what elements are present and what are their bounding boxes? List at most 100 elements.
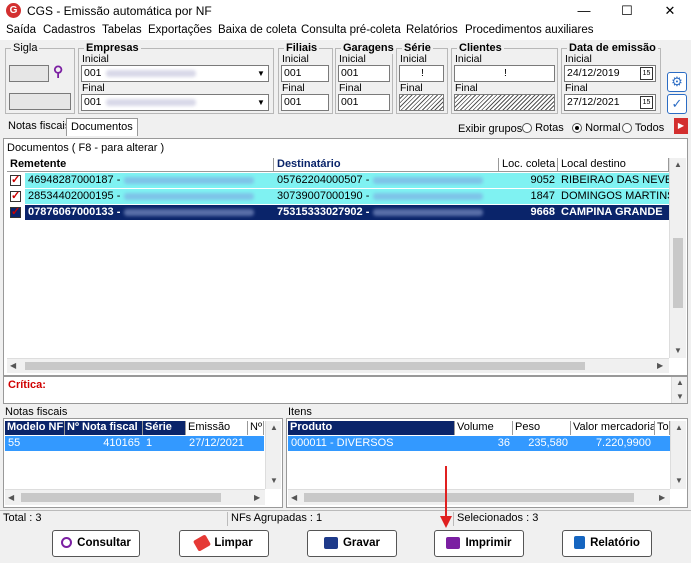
menu-procedimentos[interactable]: Procedimentos auxiliares	[465, 24, 593, 36]
col-numero-nf[interactable]: Nº Nota fiscal	[65, 421, 143, 435]
scroll-thumb[interactable]	[673, 238, 683, 308]
scroll-tab-right-icon[interactable]: ▶	[674, 118, 688, 134]
col-remetente[interactable]: Remetente	[7, 158, 274, 172]
clientes-final-input[interactable]	[454, 94, 555, 111]
confirm-check-icon[interactable]: ✓	[667, 94, 687, 114]
filiais-inicial-label: Inicial	[282, 53, 309, 65]
scroll-down-icon[interactable]: ▼	[675, 476, 683, 485]
critica-scrollbar[interactable]: ▲ ▼	[671, 377, 687, 403]
scroll-right-icon[interactable]: ▶	[254, 493, 260, 502]
scroll-down-icon[interactable]: ▼	[676, 392, 684, 401]
limpar-button[interactable]: Limpar	[179, 530, 269, 557]
status-total: Total : 3	[0, 512, 228, 526]
garagens-final-input[interactable]: 001	[338, 94, 390, 111]
notas-vscrollbar[interactable]: ▲ ▼	[265, 421, 281, 489]
col-loc-coleta[interactable]: Loc. coleta	[499, 158, 558, 172]
row-checkbox[interactable]	[10, 173, 21, 188]
menu-cadastros[interactable]: Cadastros	[43, 24, 95, 36]
table-row-selected[interactable]: 000011 - DIVERSOS 36 235,580 7.220,9900	[288, 436, 670, 451]
table-row-selected[interactable]: 07876067000133 - 75315333027902 - 9668 C…	[7, 205, 669, 220]
minimize-button[interactable]: —	[564, 2, 604, 20]
col-peso[interactable]: Peso	[513, 421, 571, 435]
filiais-inicial-input[interactable]: 001	[281, 65, 329, 82]
itens-hscrollbar[interactable]: ◀ ▶	[288, 489, 670, 505]
maximize-button[interactable]: ☐	[607, 2, 647, 20]
scroll-up-icon[interactable]: ▲	[270, 423, 278, 432]
menu-consulta-pre-coleta[interactable]: Consulta pré-coleta	[301, 24, 401, 36]
col-valor-mercadoria[interactable]: Valor mercadoria	[571, 421, 655, 435]
search-icon[interactable]: ⚲	[53, 63, 63, 80]
serie-inicial-label: Inicial	[400, 53, 427, 65]
scroll-thumb[interactable]	[25, 362, 585, 370]
col-total[interactable]: To	[655, 421, 670, 435]
chevron-down-icon[interactable]: ▼	[254, 95, 268, 110]
relatorio-button[interactable]: Relatório	[562, 530, 652, 557]
scroll-up-icon[interactable]: ▲	[676, 378, 684, 387]
col-modelo-nf[interactable]: Modelo NF	[5, 421, 65, 435]
calendar-icon[interactable]: 15	[640, 96, 653, 109]
documentos-hscrollbar[interactable]: ◀ ▶	[7, 358, 669, 373]
radio-normal[interactable]: Normal	[572, 122, 621, 134]
radio-icon[interactable]	[622, 123, 632, 134]
row-checkbox[interactable]	[10, 205, 21, 220]
radio-normal-label: Normal	[585, 122, 621, 134]
tab-documentos[interactable]: Documentos	[66, 118, 138, 136]
gravar-button[interactable]: Gravar	[307, 530, 397, 557]
menu-tabelas[interactable]: Tabelas	[102, 24, 142, 36]
radio-rotas[interactable]: Rotas	[522, 122, 564, 134]
consultar-button[interactable]: Consultar	[52, 530, 140, 557]
scroll-thumb[interactable]	[304, 493, 634, 502]
table-row[interactable]: 28534402000195 - 30739007000190 - 1847 D…	[7, 189, 669, 204]
menu-relatorios[interactable]: Relatórios	[406, 24, 458, 36]
scroll-down-icon[interactable]: ▼	[674, 346, 682, 355]
sigla-input[interactable]	[9, 65, 49, 82]
tab-notas-fiscais[interactable]: Notas fiscais	[4, 118, 74, 136]
scroll-left-icon[interactable]: ◀	[8, 493, 14, 502]
settings-gear-icon[interactable]: ⚙	[667, 72, 687, 92]
sigla-desc-input[interactable]	[9, 93, 71, 110]
scroll-left-icon[interactable]: ◀	[10, 361, 16, 370]
data-inicial-input[interactable]: 24/12/2019 15	[564, 65, 656, 82]
close-button[interactable]: ✕	[650, 2, 690, 20]
scroll-up-icon[interactable]: ▲	[675, 423, 683, 432]
menu-exportacoes[interactable]: Exportações	[148, 24, 212, 36]
empresas-final-select[interactable]: 001 ▼	[81, 94, 269, 111]
col-local-destino[interactable]: Local destino	[558, 158, 669, 172]
notas-hscrollbar[interactable]: ◀ ▶	[5, 489, 265, 505]
row-checkbox[interactable]	[10, 189, 21, 204]
scroll-left-icon[interactable]: ◀	[291, 493, 297, 502]
table-row-selected[interactable]: 55 410165 1 27/12/2021	[5, 436, 264, 451]
scroll-up-icon[interactable]: ▲	[674, 160, 682, 169]
documentos-vscrollbar[interactable]: ▲ ▼	[669, 158, 686, 358]
data-final-input[interactable]: 27/12/2021 15	[564, 94, 656, 111]
itens-vscrollbar[interactable]: ▲ ▼	[670, 421, 686, 489]
serie-final-input[interactable]	[399, 94, 444, 111]
col-emissao[interactable]: Emissão	[186, 421, 248, 435]
radio-selected-icon[interactable]	[572, 123, 582, 134]
clientes-inicial-input[interactable]: !	[454, 65, 555, 82]
garagens-inicial-input[interactable]: 001	[338, 65, 390, 82]
scroll-thumb[interactable]	[21, 493, 221, 502]
col-produto[interactable]: Produto	[288, 421, 455, 435]
scroll-down-icon[interactable]: ▼	[270, 476, 278, 485]
filiais-final-input[interactable]: 001	[281, 94, 329, 111]
scroll-right-icon[interactable]: ▶	[657, 361, 663, 370]
col-volume[interactable]: Volume	[455, 421, 513, 435]
chevron-down-icon[interactable]: ▼	[254, 66, 268, 81]
empresas-final-label: Final	[82, 82, 105, 94]
col-serie[interactable]: Série	[143, 421, 186, 435]
menu-saida[interactable]: Saída	[6, 24, 36, 36]
radio-todos[interactable]: Todos	[622, 122, 664, 134]
serie-inicial-input[interactable]: !	[399, 65, 444, 82]
calendar-icon[interactable]: 15	[640, 67, 653, 80]
col-destinatario[interactable]: Destinatário	[274, 158, 499, 172]
scroll-right-icon[interactable]: ▶	[659, 493, 665, 502]
menu-baixa-coleta[interactable]: Baixa de coleta	[218, 24, 297, 36]
imprimir-button[interactable]: Imprimir	[434, 530, 524, 557]
app-logo-icon: G	[6, 3, 21, 18]
col-numero-extra[interactable]: Nº	[248, 421, 264, 435]
table-row[interactable]: 46948287000187 - 05762204000507 - 9052 R…	[7, 173, 669, 188]
empresas-inicial-select[interactable]: 001 ▼	[81, 65, 269, 82]
document-icon	[574, 536, 586, 550]
radio-icon[interactable]	[522, 123, 532, 134]
